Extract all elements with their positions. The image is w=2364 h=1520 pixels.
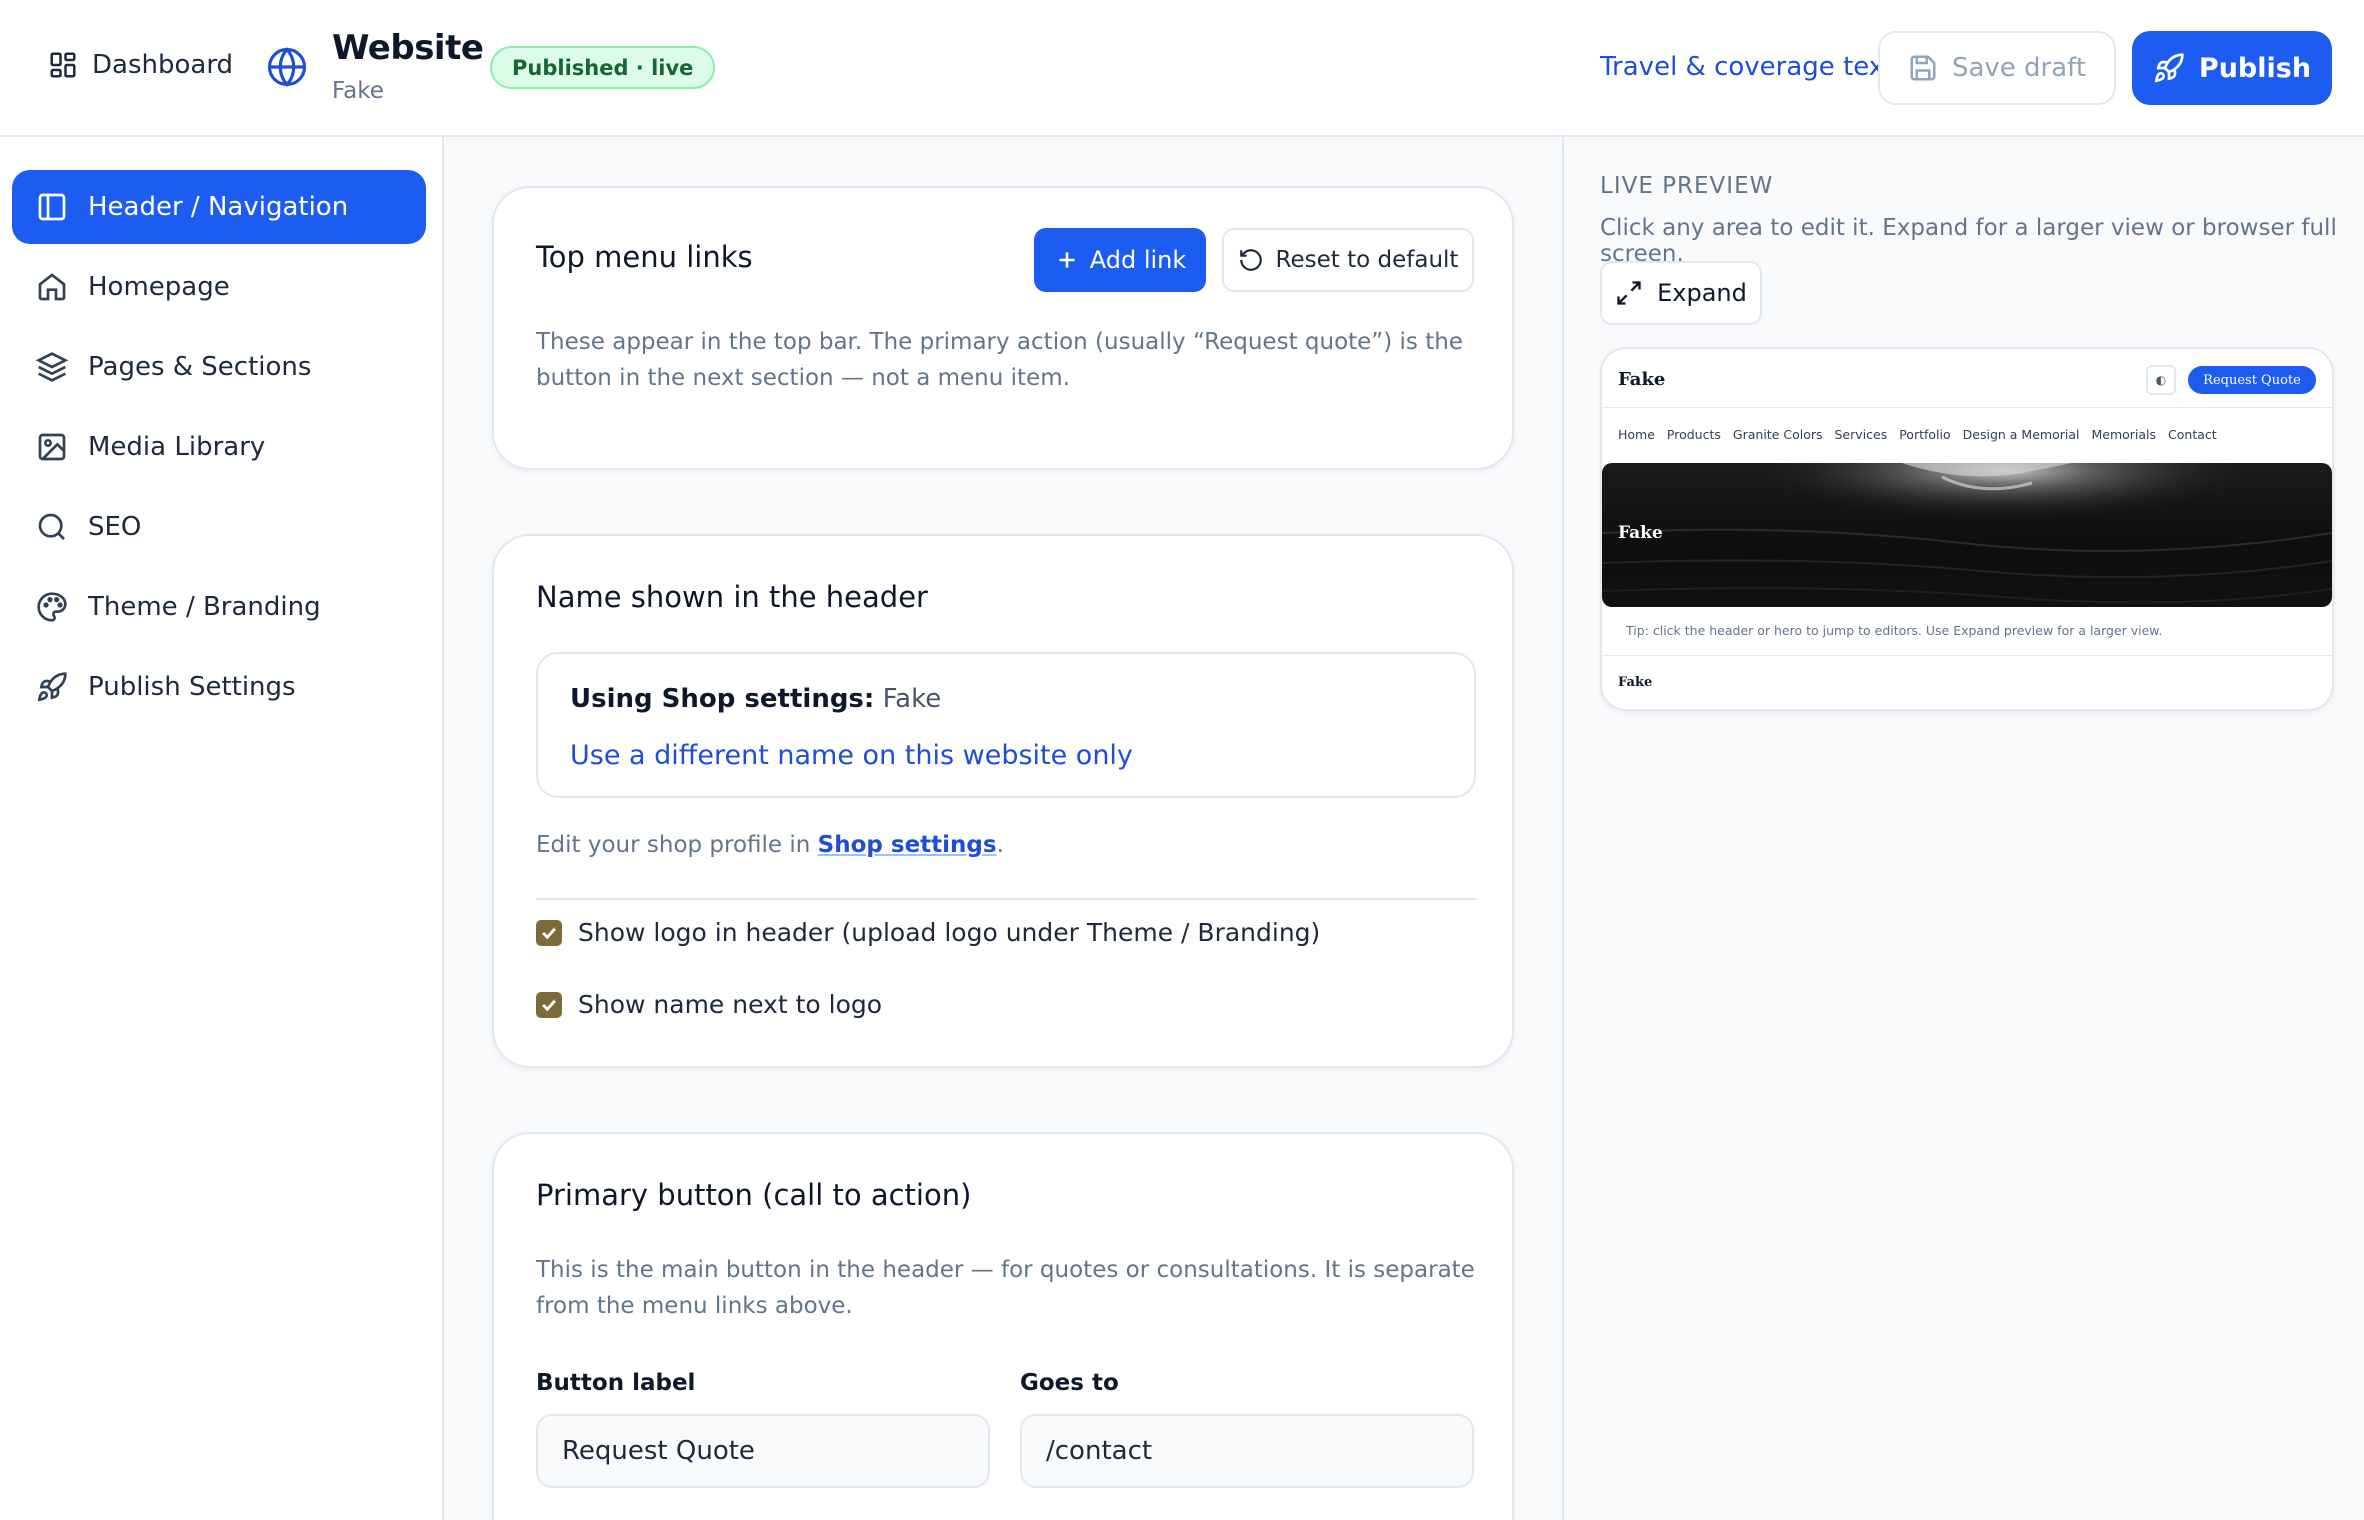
shop-settings-box: Using Shop settings: Fake Use a differen… (536, 652, 1476, 798)
divider (536, 898, 1476, 900)
hero-wave-image (1602, 463, 2332, 607)
show-logo-label: Show logo in header (upload logo under T… (578, 918, 1321, 947)
preview-hero-title[interactable]: Fake (1618, 523, 1663, 543)
header-name-card: Name shown in the header Using Shop sett… (492, 534, 1514, 1068)
save-draft-button[interactable]: Save draft (1878, 31, 2116, 105)
sidebar-item-pages-sections[interactable]: Pages & Sections (12, 330, 426, 404)
preview-nav-item[interactable]: Home (1618, 427, 1655, 442)
publish-label: Publish (2198, 52, 2312, 84)
publish-button[interactable]: Publish (2132, 31, 2332, 105)
preview-tip: Tip: click the header or hero to jump to… (1626, 623, 2163, 638)
panel-icon (38, 193, 66, 221)
goes-to-input[interactable]: /contact (1020, 1414, 1474, 1488)
site-subtitle: Fake (332, 78, 384, 104)
add-link-button[interactable]: Add link (1034, 228, 1206, 292)
show-name-label: Show name next to logo (578, 990, 883, 1019)
preview-nav-item[interactable]: Contact (2168, 427, 2217, 442)
sidebar-item-media-library[interactable]: Media Library (12, 410, 426, 484)
preview-divider (1602, 655, 2332, 656)
different-name-link[interactable]: Use a different name on this website onl… (570, 740, 1133, 771)
expand-icon (1617, 281, 1641, 305)
top-bar: Dashboard Website Fake Published · live … (0, 0, 2364, 137)
preview-footer-brand[interactable]: Fake (1618, 675, 1652, 690)
preview-brand[interactable]: Fake (1618, 369, 1665, 390)
sidebar-item-theme-branding[interactable]: Theme / Branding (12, 570, 426, 644)
shop-line-prefix: Edit your shop profile in (536, 832, 811, 858)
shop-name-value: Fake (882, 684, 942, 714)
card-title: Primary button (call to action) (536, 1178, 972, 1212)
sidebar-item-label: Header / Navigation (88, 192, 349, 222)
rocket-icon (37, 672, 67, 702)
shop-line-suffix: . (996, 832, 1004, 858)
top-menu-links-card: Top menu links Add link Reset to default… (492, 186, 1514, 470)
sidebar-item-label: Media Library (88, 432, 266, 462)
preview-nav[interactable]: Home Products Granite Colors Services Po… (1618, 427, 2217, 442)
preview-nav-item[interactable]: Design a Memorial (1963, 427, 2080, 442)
preview-theme-toggle[interactable]: ◐ (2146, 365, 2176, 395)
show-logo-option[interactable]: Show logo in header (upload logo under T… (536, 918, 1320, 947)
preview-nav-item[interactable]: Granite Colors (1733, 427, 1823, 442)
sidebar-item-label: Homepage (88, 272, 230, 302)
sidebar-item-label: Theme / Branding (88, 592, 321, 622)
add-link-label: Add link (1089, 246, 1187, 274)
preview-nav-item[interactable]: Portfolio (1899, 427, 1950, 442)
show-name-option[interactable]: Show name next to logo (536, 990, 882, 1019)
show-logo-checkbox[interactable] (536, 919, 562, 946)
save-icon (1910, 55, 1936, 81)
live-preview-title: LIVE PREVIEW (1600, 173, 1774, 199)
card-title: Top menu links (536, 240, 753, 274)
palette-icon (37, 592, 67, 622)
expand-button[interactable]: Expand (1600, 261, 1762, 325)
site-title: Website (332, 28, 484, 68)
card-description: This is the main button in the header — … (536, 1257, 1475, 1319)
dashboard-label: Dashboard (92, 50, 234, 80)
sidebar-item-label: SEO (88, 512, 142, 542)
save-draft-label: Save draft (1951, 53, 2087, 83)
dashboard-link[interactable]: Dashboard (48, 50, 233, 80)
goes-to-label: Goes to (1020, 1370, 1119, 1396)
home-icon (38, 273, 66, 301)
status-badge: Published · live (490, 46, 716, 89)
reset-icon (1239, 249, 1262, 271)
layers-icon (36, 352, 68, 382)
sidebar-item-label: Pages & Sections (88, 352, 312, 382)
site-preview[interactable]: Fake ◐ Request Quote Home Products Grani… (1600, 347, 2334, 711)
search-icon (38, 513, 65, 540)
button-label-input[interactable]: Request Quote (536, 1414, 990, 1488)
grid-icon (50, 52, 76, 78)
sidebar-item-homepage[interactable]: Homepage (12, 250, 426, 324)
live-preview-panel: LIVE PREVIEW Click any area to edit it. … (1562, 137, 2364, 1520)
live-preview-description: Click any area to edit it. Expand for a … (1600, 215, 2337, 267)
primary-button-card: Primary button (call to action) This is … (492, 1132, 1514, 1520)
reset-label: Reset to default (1275, 247, 1459, 273)
image-icon (38, 433, 66, 461)
shop-profile-line: Edit your shop profile in Shop settings. (536, 832, 1004, 858)
card-title: Name shown in the header (536, 580, 928, 614)
button-label-label: Button label (536, 1370, 696, 1396)
sidebar-item-header-navigation[interactable]: Header / Navigation (12, 170, 426, 244)
globe-icon (267, 47, 307, 87)
plus-icon (1059, 252, 1075, 268)
show-name-checkbox[interactable] (536, 991, 562, 1018)
sidebar: Header / Navigation Homepage Pages & Sec… (0, 137, 444, 1520)
card-description: These appear in the top bar. The primary… (536, 329, 1463, 391)
sidebar-item-label: Publish Settings (88, 672, 296, 702)
preview-nav-item[interactable]: Products (1667, 427, 1721, 442)
check-icon (542, 999, 556, 1011)
shop-settings-link[interactable]: Shop settings (818, 832, 997, 858)
using-shop-settings-line: Using Shop settings: Fake (570, 684, 941, 714)
reset-to-default-button[interactable]: Reset to default (1222, 228, 1474, 292)
preview-nav-item[interactable]: Services (1835, 427, 1888, 442)
sidebar-item-seo[interactable]: SEO (12, 490, 426, 564)
check-icon (542, 927, 556, 939)
rocket-icon (2154, 53, 2184, 83)
using-label: Using Shop settings: (570, 684, 875, 714)
preview-hero[interactable]: Fake (1602, 463, 2332, 607)
travel-coverage-link[interactable]: Travel & coverage text (1600, 52, 1894, 82)
preview-divider (1602, 407, 2332, 408)
preview-request-quote-button[interactable]: Request Quote (2188, 366, 2316, 394)
preview-nav-item[interactable]: Memorials (2091, 427, 2156, 442)
sidebar-item-publish-settings[interactable]: Publish Settings (12, 650, 426, 724)
expand-label: Expand (1657, 279, 1747, 307)
